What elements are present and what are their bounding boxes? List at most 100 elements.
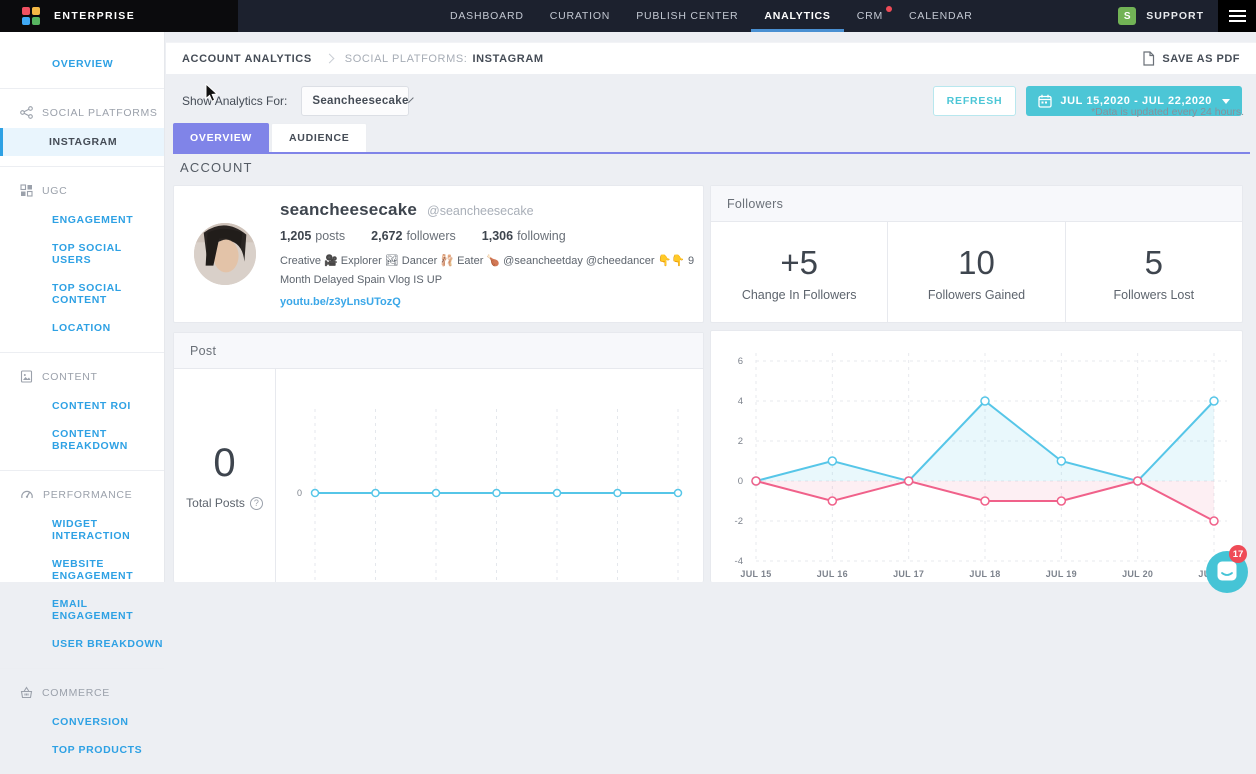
post-card-body: 0 Total Posts ? 0 [174,369,703,582]
share-icon [20,106,33,119]
sidebar-header-label: PERFORMANCE [43,489,132,501]
enterprise-logo-icon [22,7,40,25]
main-content: ACCOUNT ANALYTICS SOCIAL PLATFORMS: INST… [166,32,1256,582]
sidebar-section-performance: PERFORMANCE WIDGET INTERACTION WEBSITE E… [0,471,164,669]
sidebar-item-widget-interaction[interactable]: WIDGET INTERACTION [0,510,164,550]
change-in-followers-stat: +5 Change In Followers [711,222,888,323]
nav-item-publish-center[interactable]: PUBLISH CENTER [623,0,751,32]
tab-audience[interactable]: AUDIENCE [271,123,367,152]
account-stats: 1,205posts 2,672followers 1,306following [280,229,700,243]
save-as-pdf-label: SAVE AS PDF [1162,53,1240,65]
brand-logo[interactable]: ENTERPRISE [0,0,238,32]
following-label: following [517,229,566,243]
svg-text:4: 4 [738,396,743,407]
posts-count: 1,205 [280,229,311,243]
chat-notification-badge: 17 [1229,545,1247,563]
sidebar: OVERVIEW SOCIAL PLATFORMS INSTAGRAM UGC … [0,32,165,582]
svg-text:-4: -4 [735,556,743,567]
nav-item-curation[interactable]: CURATION [537,0,623,32]
sidebar-item-email-engagement[interactable]: EMAIL ENGAGEMENT [0,590,164,630]
followers-stat: 2,672 followers [371,229,456,243]
pdf-file-icon [1142,51,1155,66]
crm-notification-dot [886,6,892,12]
followers-gained-stat: 10 Followers Gained [888,222,1065,323]
breadcrumb: ACCOUNT ANALYTICS SOCIAL PLATFORMS: INST… [166,42,1256,74]
sidebar-header-label: UGC [42,185,67,197]
nav-right-cluster: S SUPPORT [1118,0,1256,32]
nav-item-analytics[interactable]: ANALYTICS [751,0,843,32]
user-avatar[interactable]: S [1118,7,1136,25]
profile-photo [194,223,256,285]
save-as-pdf-button[interactable]: SAVE AS PDF [1142,51,1240,66]
nav-item-crm[interactable]: CRM [844,0,896,32]
sidebar-section-commerce: COMMERCE CONVERSION TOP PRODUCTS [0,669,164,774]
total-posts-text: Total Posts [186,496,245,510]
followers-card-header: Followers [711,186,1242,222]
brand-name: ENTERPRISE [54,10,135,22]
followers-chart-card: 6420-2-4JUL 15JUL 16JUL 17JUL 18JUL 19JU… [710,330,1243,582]
followers-gained-label: Followers Gained [928,288,1025,302]
sidebar-item-top-social-content[interactable]: TOP SOCIAL CONTENT [0,274,164,314]
breadcrumb-chevron-icon [324,54,334,64]
refresh-button[interactable]: REFRESH [933,86,1017,116]
sidebar-item-instagram[interactable]: INSTAGRAM [0,128,164,156]
followers-line-chart: 6420-2-4JUL 15JUL 16JUL 17JUL 18JUL 19JU… [711,331,1242,581]
account-handle: @seancheesecake [427,204,534,218]
account-bio-link[interactable]: youtu.be/z3yLnsUTozQ [280,296,401,308]
sidebar-item-top-social-users[interactable]: TOP SOCIAL USERS [0,234,164,274]
change-in-followers-value: +5 [780,244,818,282]
breadcrumb-social-platforms-label: SOCIAL PLATFORMS: [345,53,468,65]
sidebar-section-social-platforms: SOCIAL PLATFORMS INSTAGRAM [0,89,164,167]
post-card-header: Post [174,333,703,369]
svg-text:2: 2 [738,436,743,447]
svg-text:JUL 16: JUL 16 [817,569,848,579]
top-navigation-bar: ENTERPRISE DASHBOARD CURATION PUBLISH CE… [0,0,1256,32]
help-icon[interactable]: ? [250,497,263,510]
breadcrumb-account-analytics[interactable]: ACCOUNT ANALYTICS [182,53,312,65]
support-link[interactable]: SUPPORT [1146,10,1204,22]
sidebar-item-top-products[interactable]: TOP PRODUCTS [0,736,164,764]
nav-item-calendar[interactable]: CALENDAR [896,0,986,32]
sidebar-section-overview: OVERVIEW [0,42,164,89]
account-selector-value: Seancheesecake [312,95,408,107]
sidebar-item-conversion[interactable]: CONVERSION [0,708,164,736]
account-info: seancheesecake @seancheesecake 1,205post… [280,198,700,309]
sidebar-header-commerce: COMMERCE [0,677,164,708]
svg-text:JUL 20: JUL 20 [1122,569,1153,579]
account-profile-card: seancheesecake @seancheesecake 1,205post… [173,185,704,323]
sidebar-section-ugc: UGC ENGAGEMENT TOP SOCIAL USERS TOP SOCI… [0,167,164,353]
posts-stat: 1,205 posts [280,229,345,243]
nav-item-dashboard[interactable]: DASHBOARD [437,0,537,32]
overview-audience-tabs: OVERVIEW AUDIENCE *Data is updated every… [173,123,1250,154]
svg-text:-2: -2 [735,516,743,527]
tab-overview[interactable]: OVERVIEW [173,123,269,152]
breadcrumb-instagram-value: INSTAGRAM [472,53,543,65]
posts-chart-area: 0 [276,369,703,582]
sidebar-item-content-roi[interactable]: CONTENT ROI [0,392,164,420]
svg-text:JUL 18: JUL 18 [969,569,1000,579]
followers-count: 2,672 [371,229,402,243]
followers-label: followers [406,229,455,243]
ugc-grid-icon [20,184,33,197]
sidebar-item-engagement[interactable]: ENGAGEMENT [0,206,164,234]
followers-gained-value: 10 [958,244,995,282]
account-bio: Creative 🎥 Explorer 🏞 Dancer 🩰 Eater 🍗 @… [280,252,700,288]
post-card: Post 0 Total Posts ? 0 [173,332,704,582]
followers-lost-value: 5 [1145,244,1163,282]
account-selector-dropdown[interactable]: Seancheesecake [301,86,409,116]
followers-stats-row: +5 Change In Followers 10 Followers Gain… [711,222,1242,323]
sidebar-header-social-platforms: SOCIAL PLATFORMS [0,97,164,128]
sidebar-header-ugc: UGC [0,175,164,206]
sidebar-item-content-breakdown[interactable]: CONTENT BREAKDOWN [0,420,164,460]
sidebar-item-location[interactable]: LOCATION [0,314,164,342]
sidebar-item-user-breakdown[interactable]: USER BREAKDOWN [0,630,164,658]
basket-icon [20,686,33,699]
gauge-icon [20,488,34,501]
hamburger-menu-icon[interactable] [1218,0,1256,32]
sidebar-item-overview[interactable]: OVERVIEW [0,50,164,78]
chevron-down-icon [1222,99,1230,104]
posts-label: posts [315,229,345,243]
total-posts-label: Total Posts ? [186,496,263,510]
sidebar-section-content: CONTENT CONTENT ROI CONTENT BREAKDOWN [0,353,164,471]
sidebar-item-website-engagement[interactable]: WEBSITE ENGAGEMENT [0,550,164,590]
